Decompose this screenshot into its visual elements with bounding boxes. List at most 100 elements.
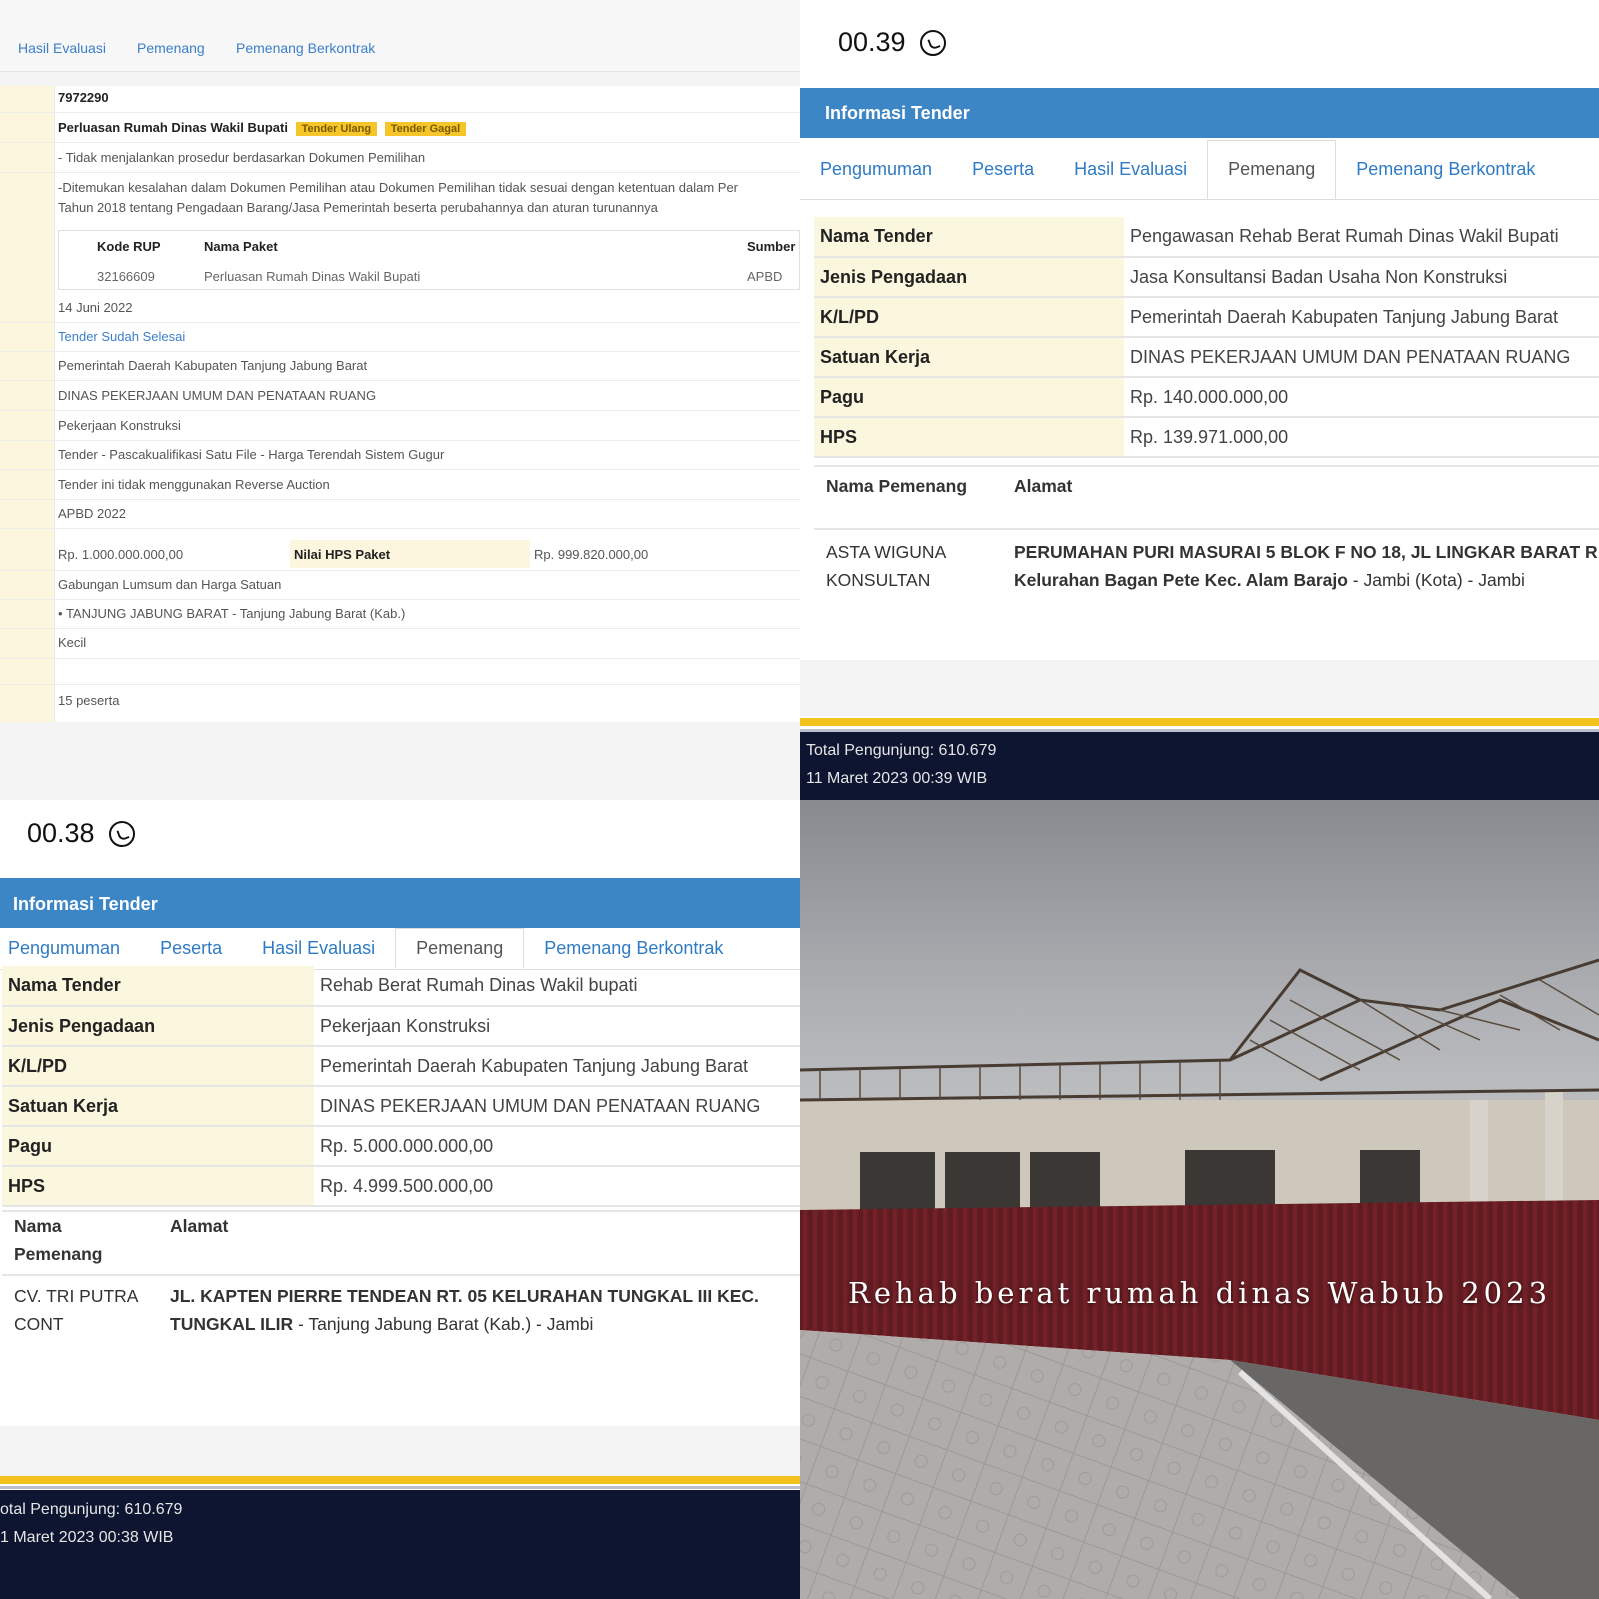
row-label: Nama Tender bbox=[2, 966, 314, 1007]
rup-table: Kode RUP Nama Paket Sumber 32166609 Perl… bbox=[58, 230, 800, 290]
winner-address-line-2: TUNGKAL ILIR - Tanjung Jabung Barat (Kab… bbox=[170, 1310, 759, 1338]
row-label: K/L/PD bbox=[2, 1046, 314, 1087]
nama-tender: Perluasan Rumah Dinas Wakil Bupati bbox=[58, 120, 288, 135]
announcement-detail-table: 7972290 Perluasan Rumah Dinas Wakil Bupa… bbox=[0, 86, 800, 722]
table-row: Jenis Pengadaan Jasa Konsultansi Badan Us… bbox=[814, 257, 1599, 298]
tab-pengumuman[interactable]: Pengumuman bbox=[0, 928, 140, 969]
panel-header: Informasi Tender bbox=[800, 88, 1599, 138]
footer-date: 11 Maret 2023 00:39 WIB bbox=[806, 770, 988, 787]
tab-pengumuman[interactable]: Pengumuman bbox=[800, 140, 952, 199]
pagu: Rp. 1.000.000.000,00 bbox=[58, 547, 184, 562]
row-value: Jasa Konsultansi Badan Usaha Non Konstru… bbox=[1124, 257, 1599, 298]
tab-hasil-evaluasi[interactable]: Hasil Evaluasi bbox=[242, 928, 395, 969]
rup-cell-sumber: APBD bbox=[747, 269, 783, 284]
row-value: Pemerintah Daerah Kabupaten Tanjung Jabu… bbox=[1124, 297, 1599, 338]
label-column bbox=[0, 86, 55, 722]
rup-cell-kode: 32166609 bbox=[97, 269, 155, 284]
row-label: Satuan Kerja bbox=[2, 1086, 314, 1127]
reverse-auction: Tender ini tidak menggunakan Reverse Auc… bbox=[58, 477, 330, 492]
badge-tender-ulang: Tender Ulang bbox=[295, 122, 378, 136]
jenis: Pekerjaan Konstruksi bbox=[58, 418, 181, 433]
row-label: Jenis Pengadaan bbox=[814, 257, 1124, 298]
message-time-row: 00.38 bbox=[27, 818, 135, 849]
site-footer: Total Pengunjung: 610.679 11 Maret 2023 … bbox=[800, 732, 1599, 800]
klpd: Pemerintah Daerah Kabupaten Tanjung Jabu… bbox=[58, 358, 368, 373]
tab-pemenang-berkontrak[interactable]: Pemenang Berkontrak bbox=[524, 928, 743, 969]
rup-cell-nama: Perluasan Rumah Dinas Wakil Bupati bbox=[204, 269, 421, 284]
winner-name-line-1: ASTA WIGUNA bbox=[826, 542, 947, 562]
panel-header: Informasi Tender bbox=[0, 878, 800, 928]
tab-peserta[interactable]: Peserta bbox=[952, 140, 1054, 199]
row-value: Pemerintah Daerah Kabupaten Tanjung Jabu… bbox=[314, 1046, 800, 1087]
peserta[interactable]: 15 peserta bbox=[58, 693, 119, 708]
photo-image bbox=[800, 800, 1599, 1599]
tab-pemenang[interactable]: Pemenang bbox=[395, 928, 525, 969]
photo-caption: Rehab berat rumah dinas Wabub 2023 bbox=[847, 1276, 1552, 1310]
announcement-tab-bar: Hasil Evaluasi Pemenang Pemenang Berkont… bbox=[0, 0, 800, 72]
tahap-link[interactable]: Tender Sudah Selesai bbox=[58, 329, 185, 344]
winner-header-address: Alamat bbox=[1014, 476, 1073, 496]
row-value: Pengawasan Rehab Berat Rumah Dinas Wakil… bbox=[1124, 217, 1599, 258]
alasan-2a: -Ditemukan kesalahan dalam Dokumen Pemil… bbox=[58, 180, 738, 195]
row-value: Rp. 4.999.500.000,00 bbox=[314, 1166, 800, 1207]
table-row: K/L/PD Pemerintah Daerah Kabupaten Tanjun… bbox=[814, 297, 1599, 338]
rup-header-kode: Kode RUP bbox=[97, 239, 161, 254]
nama-tender-row: Perluasan Rumah Dinas Wakil Bupati Tende… bbox=[58, 120, 467, 136]
table-row: Nama Tender Rehab Berat Rumah Dinas Wakil… bbox=[2, 966, 800, 1007]
row-value: DINAS PEKERJAAN UMUM DAN PENATAAN RUANG bbox=[1124, 337, 1599, 378]
rup-header-sumber: Sumber bbox=[747, 239, 796, 254]
winner-address-rest: - Jambi (Kota) - Jambi bbox=[1347, 570, 1525, 590]
page-footer-area bbox=[0, 730, 800, 800]
lokasi: TANJUNG JABUNG BARAT - Tanjung Jabung Ba… bbox=[65, 606, 406, 621]
table-row: Jenis Pengadaan Pekerjaan Konstruksi bbox=[2, 1006, 800, 1047]
tanggal: 14 Juni 2022 bbox=[58, 300, 133, 315]
announcement-screenshot: Hasil Evaluasi Pemenang Pemenang Berkont… bbox=[0, 0, 800, 800]
row-label: HPS bbox=[814, 417, 1124, 458]
tab-hasil-evaluasi[interactable]: Hasil Evaluasi bbox=[1054, 140, 1207, 199]
tab-pemenang-berkontrak[interactable]: Pemenang Berkontrak bbox=[236, 40, 375, 56]
tab-pemenang[interactable]: Pemenang bbox=[1207, 140, 1337, 199]
winner-header-address: Alamat bbox=[170, 1216, 229, 1236]
table-row: Pagu Rp. 140.000.000,00 bbox=[814, 377, 1599, 418]
row-label: Nama Tender bbox=[814, 217, 1124, 258]
winner-address-line-2: Kelurahan Bagan Pete Kec. Alam Barajo - … bbox=[1014, 566, 1598, 594]
tender-tabs: Pengumuman Peserta Hasil Evaluasi Pemena… bbox=[800, 140, 1599, 200]
lokasi-row: • TANJUNG JABUNG BARAT - Tanjung Jabung … bbox=[58, 606, 405, 621]
bullet: • bbox=[58, 606, 66, 621]
alasan-2b: Tahun 2018 tentang Pengadaan Barang/Jasa… bbox=[58, 200, 658, 215]
footer-visitors: otal Pengunjung: 610.679 bbox=[0, 1501, 183, 1518]
winner-header-name: Nama Pemenang bbox=[14, 1212, 103, 1268]
table-row: Pagu Rp. 5.000.000.000,00 bbox=[2, 1126, 800, 1167]
row-value: Rp. 5.000.000.000,00 bbox=[314, 1126, 800, 1167]
kualifikasi: Kecil bbox=[58, 635, 87, 650]
table-row: Satuan Kerja DINAS PEKERJAAN UMUM DAN PEN… bbox=[2, 1086, 800, 1127]
table-row: K/L/PD Pemerintah Daerah Kabupaten Tanjun… bbox=[2, 1046, 800, 1087]
winner-name-line-1: CV. TRI PUTRA bbox=[14, 1286, 139, 1306]
row-label: Pagu bbox=[814, 377, 1124, 418]
message-time: 00.38 bbox=[27, 818, 95, 848]
table-row: Nama Tender Pengawasan Rehab Berat Rumah … bbox=[814, 217, 1599, 258]
tab-hasil-evaluasi[interactable]: Hasil Evaluasi bbox=[18, 40, 106, 56]
winner-address-line-1: JL. KAPTEN PIERRE TENDEAN RT. 05 KELURAH… bbox=[170, 1286, 759, 1306]
winner-header-name-line-1: Nama bbox=[14, 1216, 62, 1236]
table-row: HPS Rp. 139.971.000,00 bbox=[814, 417, 1599, 458]
hps-label: Nilai HPS Paket bbox=[290, 540, 530, 568]
winner-screenshot-contractor: 00.38 Informasi Tender Pengumuman Pesert… bbox=[0, 800, 800, 1599]
winner-header-name-line-2: Pemenang bbox=[14, 1244, 103, 1264]
row-label: K/L/PD bbox=[814, 297, 1124, 338]
tab-peserta[interactable]: Peserta bbox=[140, 928, 242, 969]
tender-tabs: Pengumuman Peserta Hasil Evaluasi Pemena… bbox=[0, 928, 800, 970]
winner-header-name: Nama Pemenang bbox=[826, 476, 968, 496]
footer-date: 1 Maret 2023 00:38 WIB bbox=[0, 1529, 174, 1546]
winner-name: CV. TRI PUTRA CONT bbox=[14, 1282, 138, 1338]
winner-address: JL. KAPTEN PIERRE TENDEAN RT. 05 KELURAH… bbox=[170, 1282, 759, 1338]
row-label: Jenis Pengadaan bbox=[2, 1006, 314, 1047]
row-value: Rp. 139.971.000,00 bbox=[1124, 417, 1599, 458]
satker: DINAS PEKERJAAN UMUM DAN PENATAAN RUANG bbox=[58, 388, 377, 403]
rup-header-nama: Nama Paket bbox=[204, 239, 278, 254]
tab-pemenang[interactable]: Pemenang bbox=[137, 40, 205, 56]
winner-address-rest: - Tanjung Jabung Barat (Kab.) - Jambi bbox=[293, 1314, 594, 1334]
tender-info-table: Nama Tender Pengawasan Rehab Berat Rumah … bbox=[814, 217, 1599, 458]
winner-address: PERUMAHAN PURI MASURAI 5 BLOK F NO 18, J… bbox=[1014, 538, 1598, 594]
tab-pemenang-berkontrak[interactable]: Pemenang Berkontrak bbox=[1336, 140, 1555, 199]
